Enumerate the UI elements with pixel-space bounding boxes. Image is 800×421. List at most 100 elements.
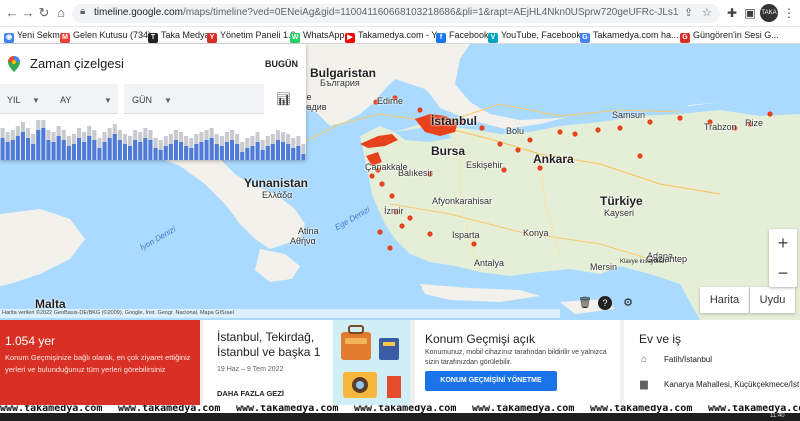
- timeline-bar[interactable]: [230, 140, 235, 160]
- timeline-bar[interactable]: [194, 144, 199, 160]
- timeline-bar[interactable]: [41, 128, 46, 160]
- manage-history-button[interactable]: KONUM GEÇMİŞİNİ YÖNETME: [425, 371, 557, 391]
- timeline-bar[interactable]: [163, 146, 168, 160]
- month-select[interactable]: AY ▼: [54, 84, 118, 114]
- visit-dot[interactable]: [557, 129, 563, 135]
- bookmark-item[interactable]: Y Yönetim Paneli 1.0: [207, 29, 296, 43]
- timeline-bar[interactable]: [77, 138, 82, 160]
- timeline-bar[interactable]: [82, 142, 87, 160]
- timeline-bar[interactable]: [270, 144, 275, 160]
- trash-icon[interactable]: 🗑︎: [578, 296, 592, 310]
- timeline-bar[interactable]: [92, 140, 97, 160]
- bookmark-star-icon[interactable]: ☆: [702, 6, 712, 19]
- bookmark-item[interactable]: ◉ Yeni Sekme: [4, 29, 65, 43]
- today-button[interactable]: BUGÜN: [265, 59, 298, 69]
- visit-dot[interactable]: [595, 127, 601, 133]
- reload-icon[interactable]: ↻: [36, 5, 52, 21]
- timeline-bar[interactable]: [275, 140, 280, 160]
- timeline-bar[interactable]: [15, 136, 20, 160]
- help-icon[interactable]: ?: [598, 296, 612, 310]
- timeline-bar[interactable]: [224, 142, 229, 160]
- timeline-bar[interactable]: [240, 152, 245, 160]
- timeline-bar[interactable]: [133, 140, 138, 160]
- day-select[interactable]: GÜN ▼: [124, 84, 264, 114]
- home-icon[interactable]: ⌂: [53, 5, 69, 21]
- bar-chart-icon[interactable]: 📊︎: [276, 92, 291, 106]
- timeline-bar[interactable]: [281, 142, 286, 160]
- back-arrow-icon[interactable]: ←: [4, 5, 20, 21]
- timeline-bar[interactable]: [36, 130, 41, 160]
- zoom-in-button[interactable]: +: [769, 229, 797, 257]
- map-type-map-button[interactable]: Harita: [700, 287, 749, 313]
- timeline-bar[interactable]: [112, 134, 117, 160]
- visit-dot[interactable]: [767, 111, 773, 117]
- timeline-bar[interactable]: [5, 142, 10, 160]
- timeline-bar[interactable]: [168, 144, 173, 160]
- visit-dot[interactable]: [647, 119, 653, 125]
- visit-dot[interactable]: [407, 215, 413, 221]
- timeline-bar[interactable]: [250, 146, 255, 160]
- timeline-bar[interactable]: [204, 140, 209, 160]
- forward-arrow-icon[interactable]: →: [20, 5, 36, 21]
- bookmark-item[interactable]: T Taka Medya: [148, 29, 210, 43]
- visit-dot[interactable]: [479, 125, 485, 131]
- more-trips-link[interactable]: DAHA FAZLA GEZİ: [217, 389, 284, 398]
- timeline-bar[interactable]: [26, 138, 31, 160]
- timeline-bar[interactable]: [66, 146, 71, 160]
- timeline-bar[interactable]: [138, 142, 143, 160]
- timeline-bar[interactable]: [173, 140, 178, 160]
- timeline-bar[interactable]: [296, 146, 301, 160]
- visit-dot[interactable]: [427, 231, 433, 237]
- timeline-activity-bars[interactable]: [0, 115, 306, 160]
- timeline-bar[interactable]: [291, 148, 296, 160]
- timeline-bar[interactable]: [61, 140, 66, 160]
- bookmark-item[interactable]: ▶ Takamedya.com - Y...: [345, 29, 444, 43]
- visit-dot[interactable]: [417, 107, 423, 113]
- timeline-bar[interactable]: [143, 138, 148, 160]
- address-bar[interactable]: 🔒︎ timeline.google.com/maps/timeline?ved…: [72, 4, 720, 23]
- timeline-bar[interactable]: [235, 144, 240, 160]
- timeline-bar[interactable]: [87, 136, 92, 160]
- timeline-bar[interactable]: [51, 142, 56, 160]
- visit-dot[interactable]: [379, 181, 385, 187]
- profile-avatar[interactable]: TAKA: [760, 4, 778, 22]
- visit-dot[interactable]: [617, 125, 623, 131]
- timeline-bar[interactable]: [10, 140, 15, 160]
- timeline-bar[interactable]: [0, 138, 5, 160]
- timeline-bar[interactable]: [189, 148, 194, 160]
- visit-dot[interactable]: [387, 245, 393, 251]
- menu-kebab-icon[interactable]: ⋮: [781, 5, 797, 21]
- timeline-bar[interactable]: [107, 138, 112, 160]
- settings-gear-icon[interactable]: ⚙︎: [621, 296, 635, 310]
- timeline-bar[interactable]: [265, 146, 270, 160]
- timeline-bar[interactable]: [153, 148, 158, 160]
- bookmark-item[interactable]: G Güngören'in Sesi G...: [680, 29, 779, 43]
- timeline-bar[interactable]: [158, 150, 163, 160]
- visit-dot[interactable]: [389, 193, 395, 199]
- timeline-bar[interactable]: [122, 144, 127, 160]
- bookmark-item[interactable]: M Gelen Kutusu (734)...: [60, 29, 159, 43]
- bookmark-item[interactable]: W WhatsApp: [290, 29, 345, 43]
- visit-dot[interactable]: [399, 223, 405, 229]
- visit-dot[interactable]: [471, 241, 477, 247]
- year-select[interactable]: YIL ▼: [0, 84, 60, 114]
- visit-dot[interactable]: [497, 141, 503, 147]
- keyboard-shortcuts-link[interactable]: Klavye kısayolları: [620, 259, 667, 265]
- timeline-bar[interactable]: [219, 146, 224, 160]
- timeline-bar[interactable]: [214, 144, 219, 160]
- bookmark-item[interactable]: G Takamedya.com ha...: [580, 29, 679, 43]
- timeline-bar[interactable]: [71, 144, 76, 160]
- visit-dot[interactable]: [515, 147, 521, 153]
- timeline-bar[interactable]: [97, 148, 102, 160]
- visit-dot[interactable]: [637, 153, 643, 159]
- places-card[interactable]: 1.054 yer Konum Geçmişinize bağlı olarak…: [0, 320, 200, 405]
- timeline-bar[interactable]: [102, 142, 107, 160]
- timeline-bar[interactable]: [184, 146, 189, 160]
- bookmark-item[interactable]: f Facebook: [436, 29, 489, 43]
- home-place-row[interactable]: ⌂ Fatih/İstanbul: [624, 350, 800, 372]
- visit-dot[interactable]: [527, 137, 533, 143]
- bookmark-item[interactable]: V YouTube, Facebook,...: [488, 29, 591, 43]
- visit-dot[interactable]: [572, 131, 578, 137]
- zoom-out-button[interactable]: −: [769, 259, 797, 287]
- timeline-bar[interactable]: [199, 142, 204, 160]
